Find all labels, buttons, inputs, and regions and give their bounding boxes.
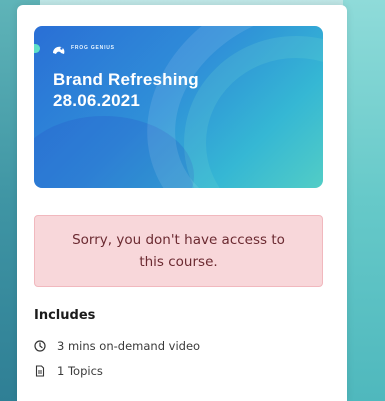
brand-row: FROG GENIUS bbox=[52, 42, 115, 54]
brand-name: FROG GENIUS bbox=[71, 45, 115, 51]
background-right-panel bbox=[343, 0, 385, 401]
banner-title: Brand Refreshing 28.06.2021 bbox=[53, 69, 199, 111]
include-item-label: 3 mins on-demand video bbox=[57, 339, 201, 353]
course-banner-image: FROG GENIUS Brand Refreshing 28.06.2021 bbox=[34, 26, 323, 188]
include-item-topics: 1 Topics bbox=[34, 364, 103, 378]
frog-logo-icon bbox=[52, 42, 66, 54]
course-card: FROG GENIUS Brand Refreshing 28.06.2021 … bbox=[17, 5, 347, 401]
include-item-label: 1 Topics bbox=[57, 364, 103, 378]
alert-message: Sorry, you don't have access to this cou… bbox=[72, 232, 285, 270]
include-item-video: 3 mins on-demand video bbox=[34, 339, 200, 353]
banner-pill-decoration bbox=[34, 44, 40, 53]
clock-icon bbox=[34, 340, 46, 352]
banner-date: 28.06.2021 bbox=[53, 91, 141, 110]
includes-heading: Includes bbox=[34, 308, 96, 323]
access-denied-alert: Sorry, you don't have access to this cou… bbox=[34, 215, 323, 287]
document-icon bbox=[34, 365, 46, 377]
banner-title-line1: Brand Refreshing bbox=[53, 70, 199, 89]
